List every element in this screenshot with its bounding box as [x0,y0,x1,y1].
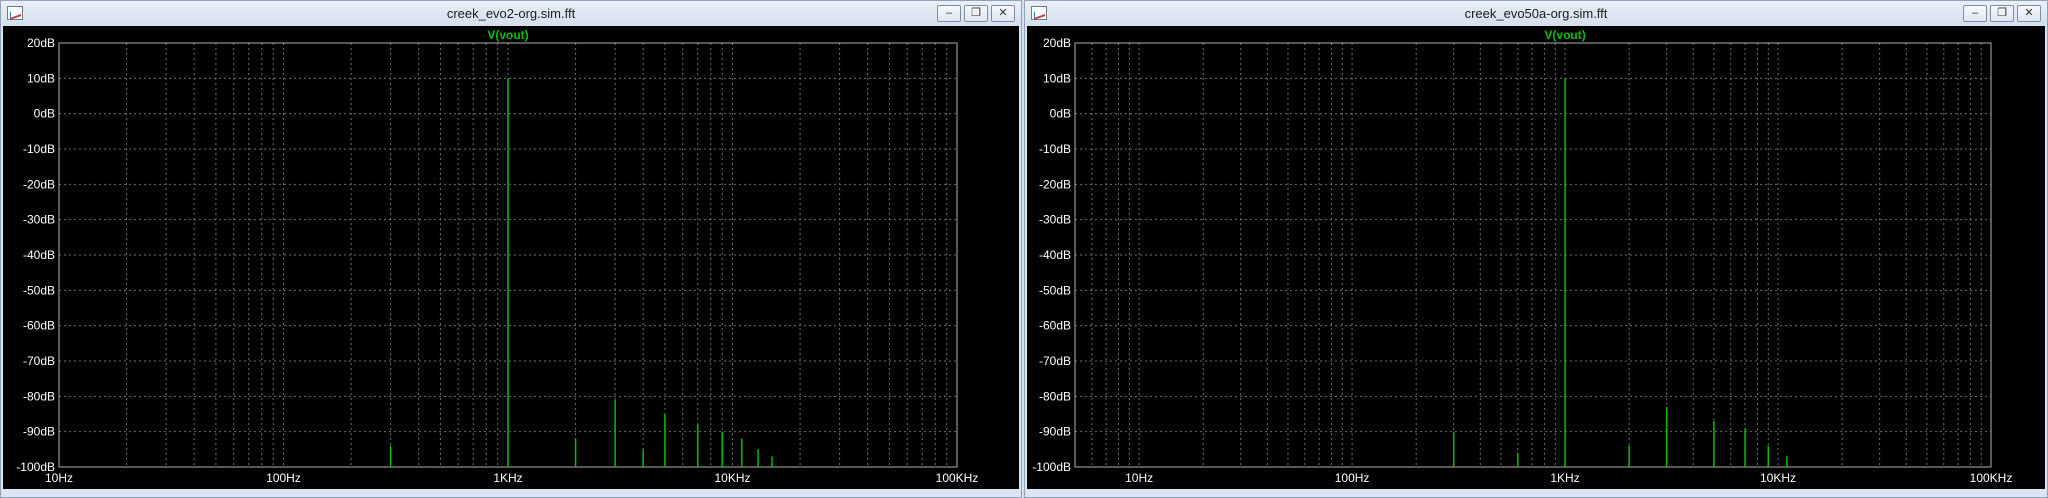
y-tick-label: -80dB [1039,389,1071,403]
title-bar[interactable]: creek_evo2-org.sim.fft – ❐ ✕ [1,1,1021,26]
restore-button[interactable]: ❐ [1990,5,2014,22]
x-tick-label: 100KHz [1970,471,2013,485]
restore-button[interactable]: ❐ [964,5,988,22]
minimize-button[interactable]: – [1963,5,1987,22]
series-v-vout- [389,78,773,467]
y-tick-label: -60dB [23,319,55,333]
y-tick-label: -50dB [23,283,55,297]
y-tick-label: -80dB [23,389,55,403]
x-tick-label: 100Hz [1335,471,1370,485]
y-tick-label: -10dB [1039,142,1071,156]
minimize-button[interactable]: – [937,5,961,22]
x-tick-label: 10KHz [1760,471,1796,485]
y-tick-label: 10dB [1043,71,1071,85]
y-tick-label: -20dB [1039,177,1071,191]
grid [1075,43,1991,467]
x-tick-label: 10Hz [45,471,73,485]
fft-window-right: creek_evo50a-org.sim.fft – ❐ ✕ 20dB 10dB 0… [1024,0,2048,498]
y-tick-label: -90dB [1039,425,1071,439]
plot-pane[interactable]: 20dB 10dB 0dB -10dB -20dB -30dB -40dB -50dB -60d… [3,26,1019,489]
close-button[interactable]: ✕ [2017,5,2041,22]
y-tick-label: -70dB [23,354,55,368]
y-tick-label: -40dB [1039,248,1071,262]
x-tick-label: 10Hz [1125,471,1153,485]
series-v-vout- [1452,78,1788,467]
x-tick-label: 1KHz [493,471,522,485]
y-axis: 20dB 10dB 0dB -10dB -20dB -30dB -40dB -50dB -60d… [16,36,55,474]
chart-title[interactable]: V(vout) [487,28,528,42]
fft-chart[interactable]: 20dB 10dB 0dB -10dB -20dB -30dB -40dB -50dB -60d… [3,26,1019,491]
close-button[interactable]: ✕ [991,5,1015,22]
y-tick-label: -50dB [1039,283,1071,297]
y-tick-label: -100dB [1032,460,1071,474]
y-tick-label: -70dB [1039,354,1071,368]
x-axis: 10Hz 100Hz 1KHz 10KHz 100KHz [45,471,978,485]
x-tick-label: 100KHz [936,471,979,485]
y-tick-label: -10dB [23,142,55,156]
x-tick-label: 100Hz [266,471,301,485]
y-tick-label: -30dB [1039,213,1071,227]
x-axis: 10Hz 100Hz 1KHz 10KHz 100KHz [1125,471,2012,485]
y-axis: 20dB 10dB 0dB -10dB -20dB -30dB -40dB -50dB -60d… [1032,36,1071,474]
x-tick-label: 10KHz [714,471,750,485]
y-tick-label: -60dB [1039,319,1071,333]
window-title: creek_evo50a-org.sim.fft [1464,6,1608,21]
title-bar[interactable]: creek_evo50a-org.sim.fft – ❐ ✕ [1025,1,2047,26]
y-tick-label: 20dB [27,36,55,50]
plot-frame [1074,42,1992,468]
window-title: creek_evo2-org.sim.fft [446,6,576,21]
x-tick-label: 1KHz [1550,471,1579,485]
fft-chart[interactable]: 20dB 10dB 0dB -10dB -20dB -30dB -40dB -50dB -60d… [1027,26,2045,491]
y-tick-label: 0dB [1050,107,1071,121]
fft-window-left: creek_evo2-org.sim.fft – ❐ ✕ 20dB 10dB 0dB… [0,0,1022,498]
y-tick-label: 0dB [34,107,55,121]
chart-title[interactable]: V(vout) [1544,28,1585,42]
y-tick-label: -30dB [23,213,55,227]
y-tick-label: 20dB [1043,36,1071,50]
y-tick-label: -40dB [23,248,55,262]
y-tick-label: -20dB [23,177,55,191]
y-tick-label: 10dB [27,71,55,85]
plot-pane[interactable]: 20dB 10dB 0dB -10dB -20dB -30dB -40dB -50dB -60d… [1027,26,2045,489]
y-tick-label: -90dB [23,425,55,439]
